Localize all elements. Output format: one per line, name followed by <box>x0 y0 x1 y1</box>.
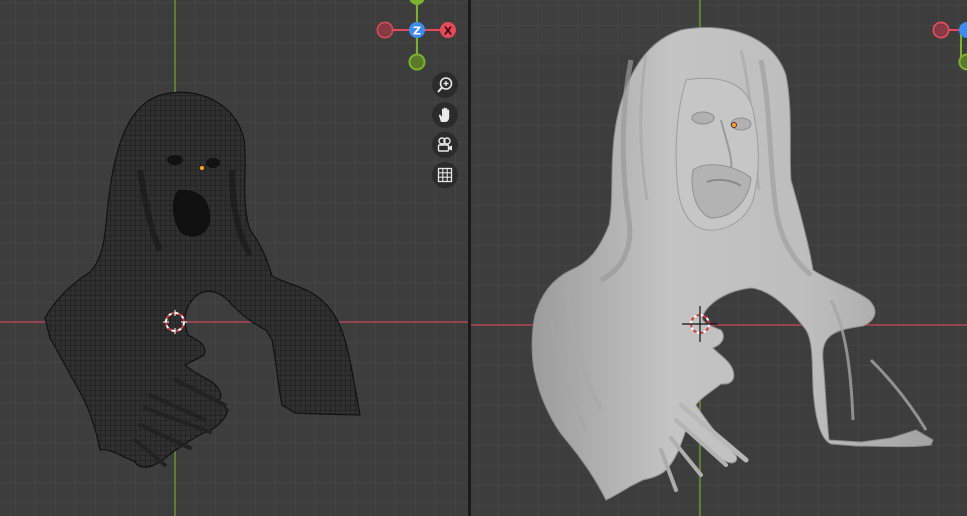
ortho-toggle-button[interactable] <box>432 162 458 188</box>
navigation-gizmo[interactable]: X Z <box>372 0 468 75</box>
navigation-gizmo-right[interactable] <box>931 0 967 75</box>
gizmo-z-label: Z <box>413 25 421 38</box>
gizmo-x-label: X <box>444 25 453 38</box>
viewport-left-wireframe[interactable]: X Z <box>0 0 468 516</box>
camera-view-icon <box>437 137 452 152</box>
viewport-right-solid[interactable] <box>471 0 967 516</box>
object-origin-dot <box>199 165 205 171</box>
blender-window: X Z <box>0 0 967 516</box>
pan-hand-icon <box>438 107 450 122</box>
object-origin-dot <box>731 122 737 128</box>
zoom-icon <box>437 77 453 93</box>
ortho-grid-icon <box>437 167 453 183</box>
solid-scene <box>471 0 967 516</box>
zoom-button[interactable] <box>432 72 458 98</box>
pan-button[interactable] <box>432 102 458 128</box>
camera-view-button[interactable] <box>432 132 458 158</box>
wireframe-scene <box>0 0 468 516</box>
